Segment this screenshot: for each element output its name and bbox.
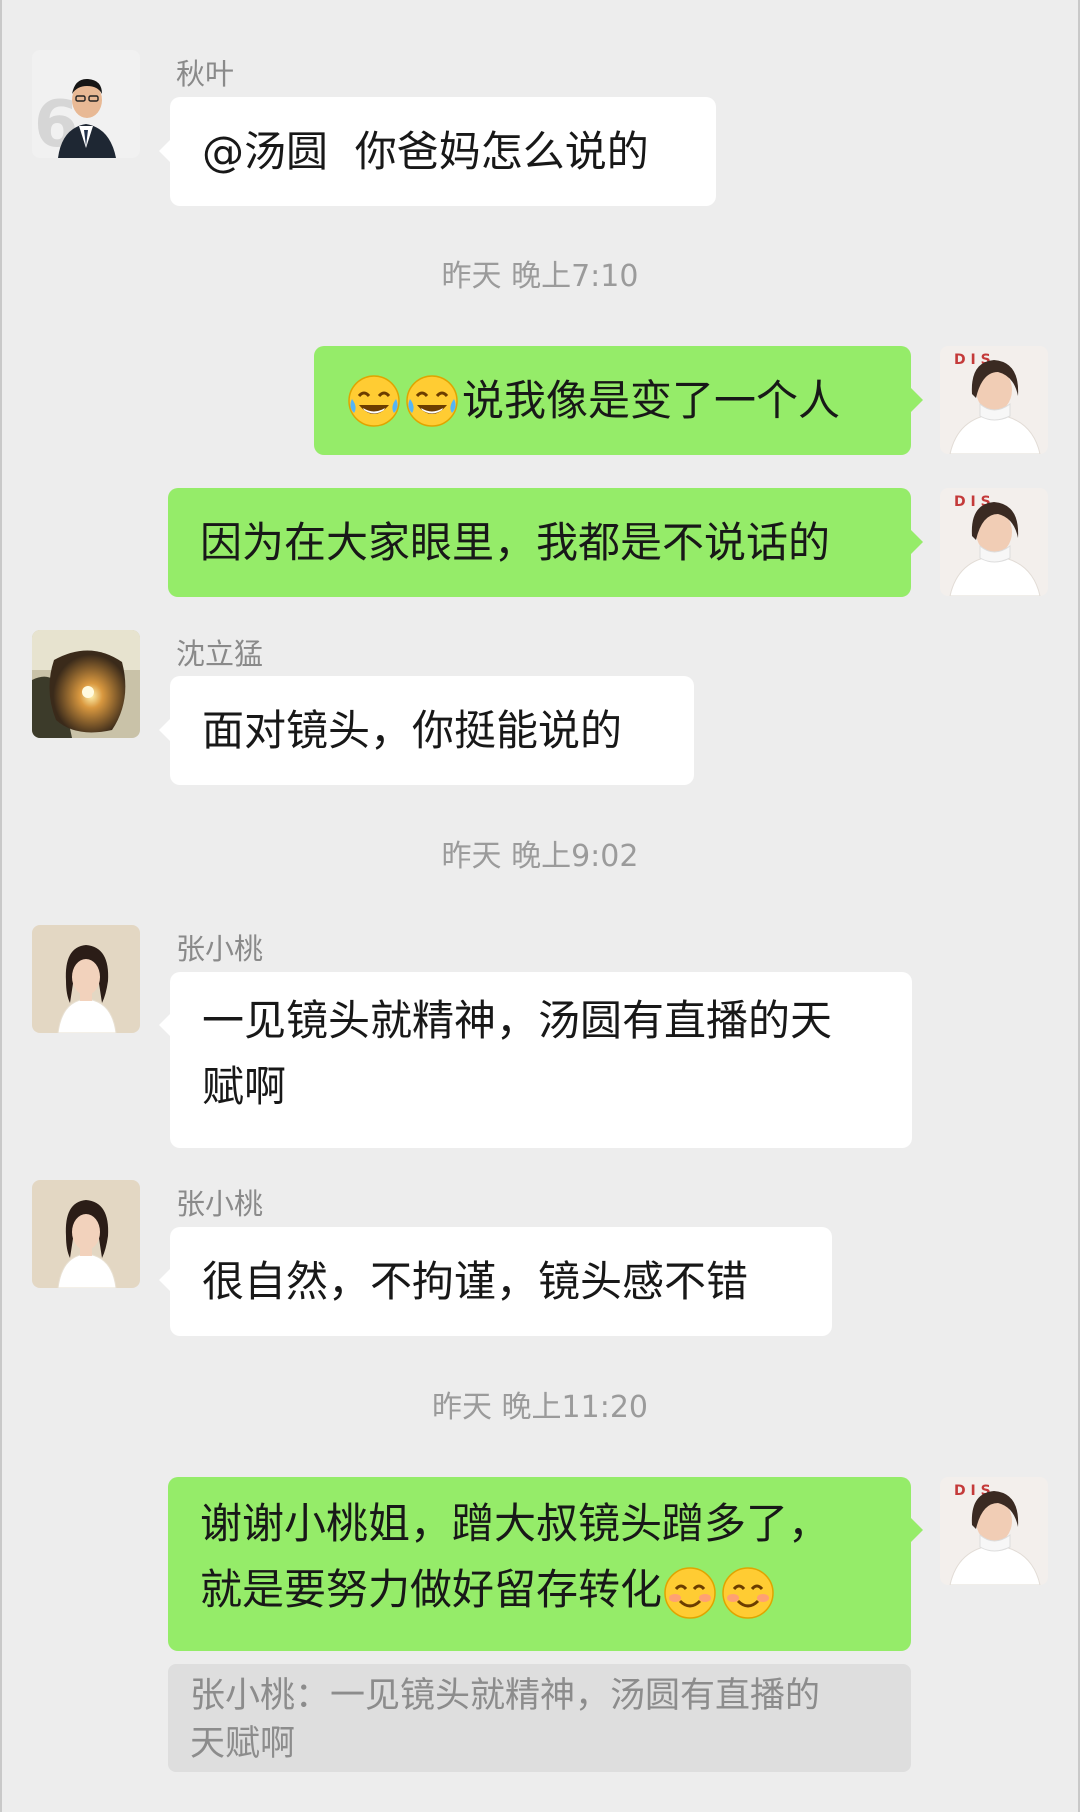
message-bubble[interactable]: @汤圆 你爸妈怎么说的 (170, 97, 716, 206)
timestamp: 昨天 晚上9:02 (441, 839, 639, 874)
avatar-shenlimeng[interactable] (32, 630, 140, 738)
smiling-blush-emoji (720, 1565, 776, 1621)
message-text: 说我像是变了一个人 (462, 375, 841, 425)
message-bubble[interactable]: 面对镜头，你挺能说的 (170, 676, 694, 785)
message-text: 因为在大家眼里，我都是不说话的 (200, 517, 831, 567)
sender-name: 张小桃 (176, 1187, 264, 1221)
message-bubble[interactable]: 因为在大家眼里，我都是不说话的 (168, 488, 911, 597)
message-text: @汤圆 你爸妈怎么说的 (202, 126, 649, 176)
avatar-zhangxiaotao[interactable] (32, 925, 140, 1033)
message-bubble[interactable]: 谢谢小桃姐，蹭大叔镜头蹭多了， 就是要努力做好留存转化 (168, 1477, 911, 1651)
avatar-self[interactable]: D I S (940, 488, 1048, 596)
message-text: 面对镜头，你挺能说的 (202, 705, 623, 755)
sender-name: 张小桃 (176, 932, 264, 966)
bubble-tail (911, 388, 923, 412)
timestamp: 昨天 晚上7:10 (441, 259, 639, 294)
smiling-blush-emoji (662, 1565, 718, 1621)
avatar-self[interactable]: D I S (940, 1477, 1048, 1585)
tears-of-joy-emoji (346, 373, 402, 429)
tears-of-joy-emoji (404, 373, 460, 429)
timestamp: 昨天 晚上11:20 (432, 1390, 648, 1425)
message-bubble[interactable]: 很自然，不拘谨，镜头感不错 (170, 1227, 832, 1336)
quoted-reply-text: 张小桃：一见镜头就精神，汤圆有直播的 天赋啊 (190, 1676, 821, 1764)
sender-name: 秋叶 (176, 57, 235, 91)
avatar-qiuye[interactable]: 6 (32, 50, 140, 158)
message-text: 很自然，不拘谨，镜头感不错 (202, 1256, 749, 1306)
bubble-tail (911, 1518, 923, 1542)
bubble-tail (911, 530, 923, 554)
message-text: 一见镜头就精神，汤圆有直播的天 赋啊 (202, 996, 833, 1111)
sender-name: 沈立猛 (176, 637, 264, 671)
avatar-zhangxiaotao[interactable] (32, 1180, 140, 1288)
message-bubble[interactable]: 说我像是变了一个人 (314, 346, 911, 455)
message-bubble[interactable]: 一见镜头就精神，汤圆有直播的天 赋啊 (170, 972, 912, 1148)
message-content: 谢谢小桃姐，蹭大叔镜头蹭多了， 就是要努力做好留存转化 (200, 1491, 830, 1623)
quoted-reply[interactable]: 张小桃：一见镜头就精神，汤圆有直播的 天赋啊 (168, 1664, 911, 1772)
avatar-self[interactable]: D I S (940, 346, 1048, 454)
